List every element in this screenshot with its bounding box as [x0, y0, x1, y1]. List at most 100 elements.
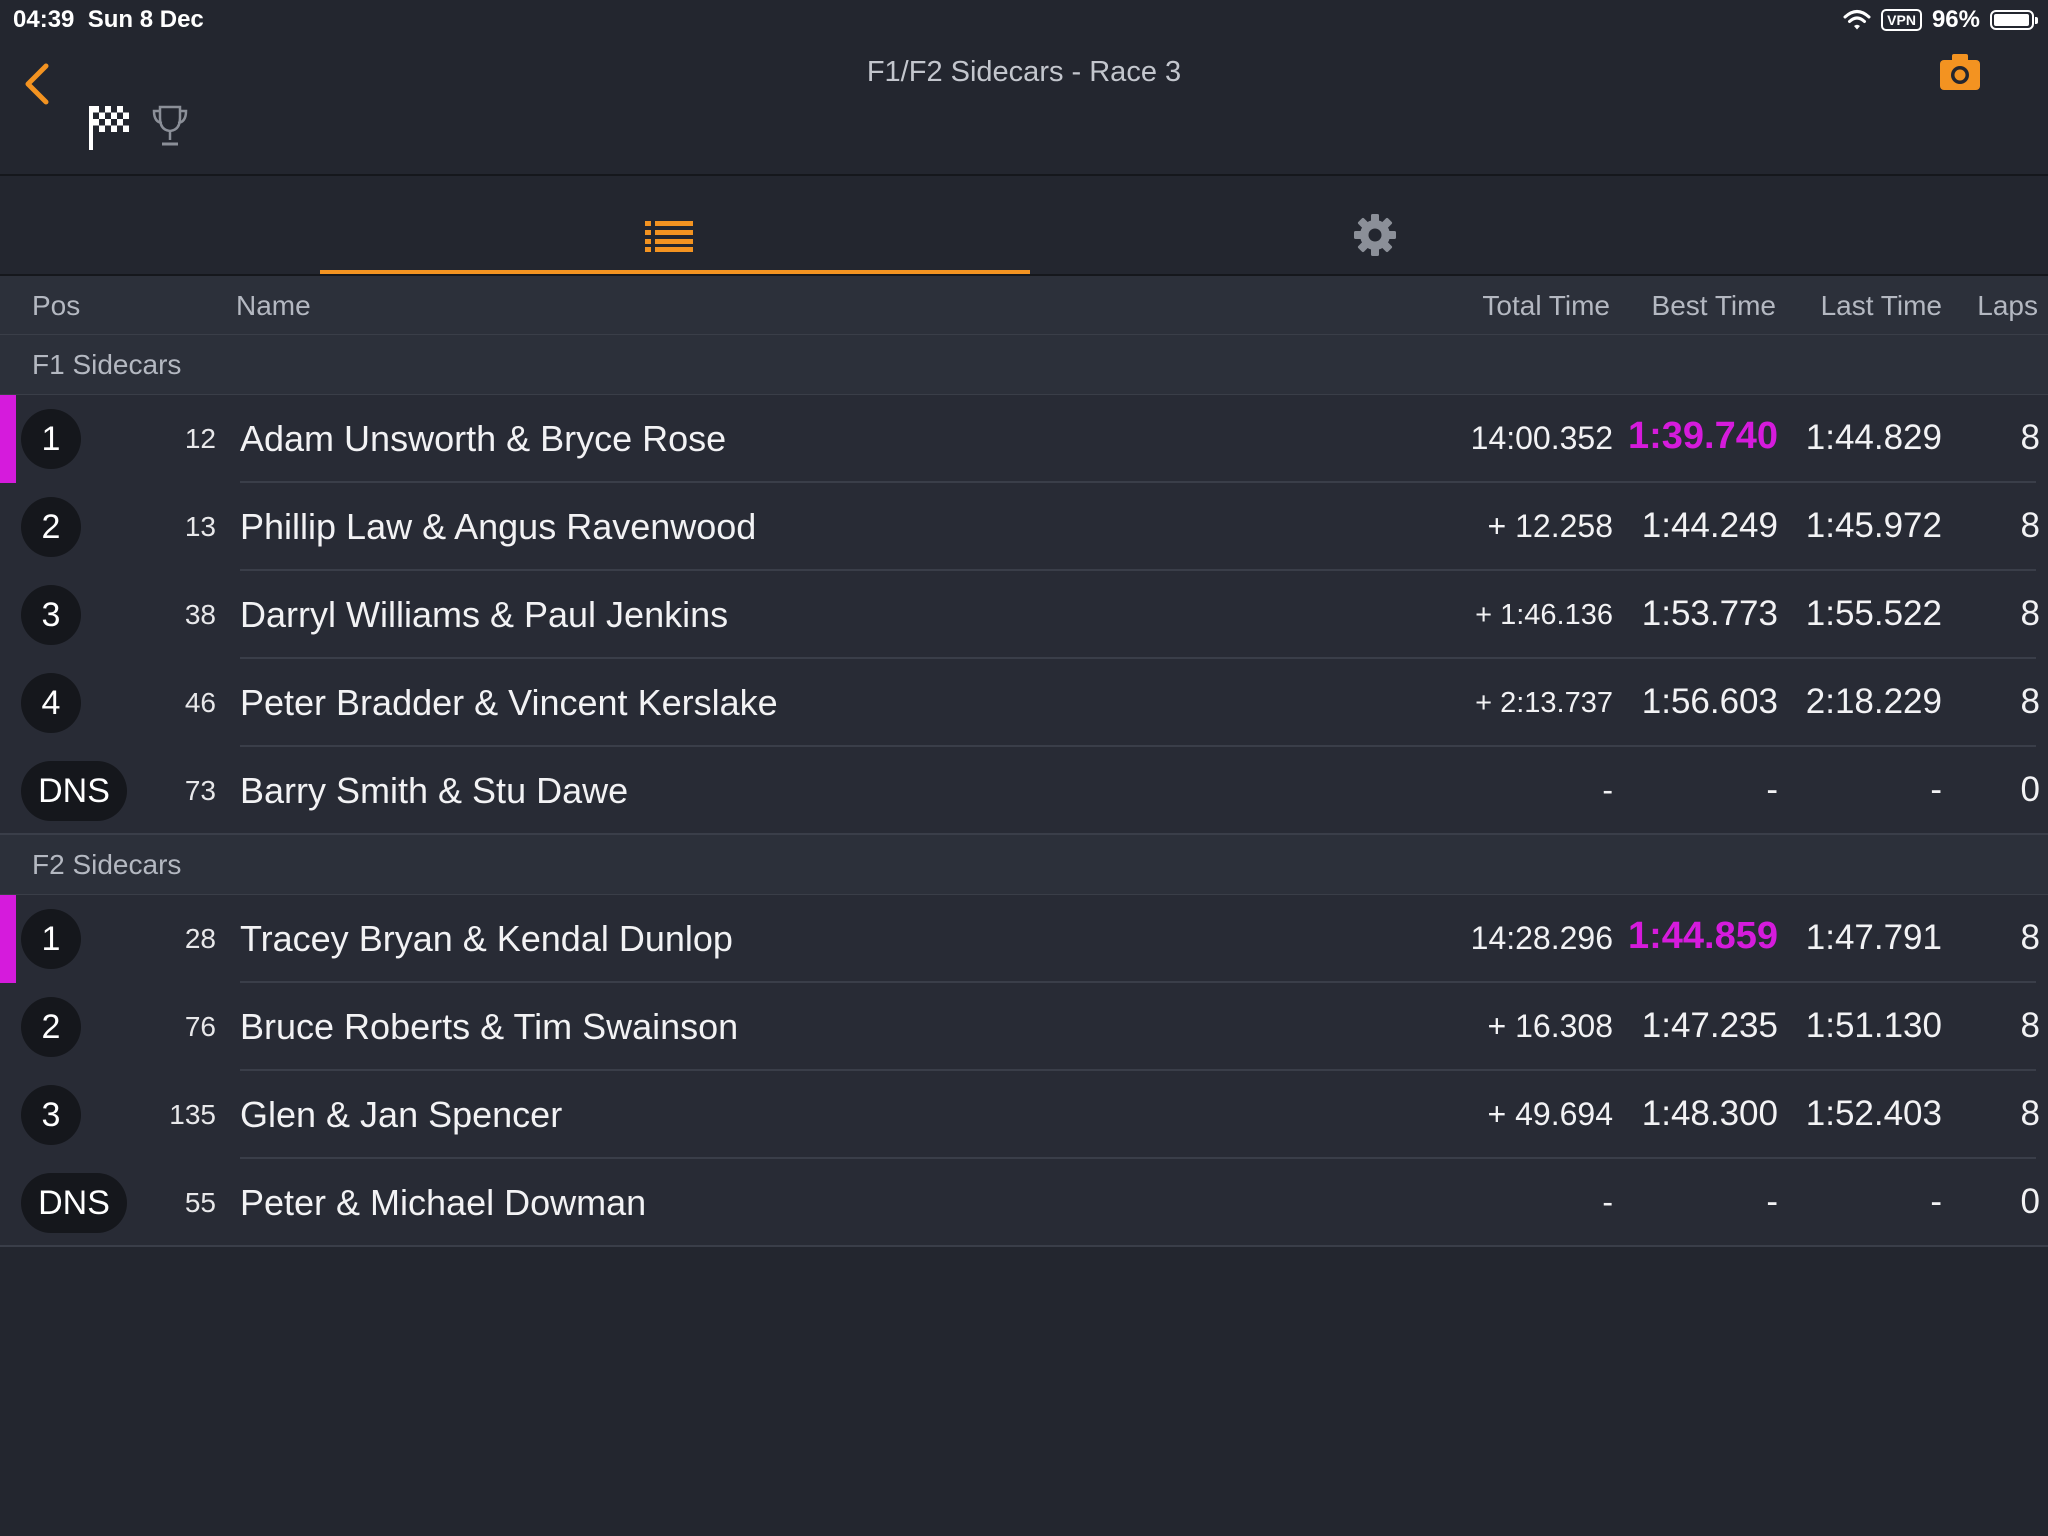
- vpn-badge: VPN: [1881, 9, 1922, 31]
- laps: 8: [2020, 418, 2040, 457]
- last-time: 2:18.229: [1805, 682, 1942, 721]
- best-time: -: [1766, 1182, 1778, 1221]
- battery-percent: 96%: [1931, 6, 1980, 33]
- fastest-lap-marker: [0, 395, 16, 483]
- last-time: 1:44.829: [1805, 418, 1942, 457]
- position-badge: DNS: [21, 761, 127, 821]
- table-row[interactable]: 1 12 Adam Unsworth & Bryce Rose 14:00.35…: [0, 395, 2048, 483]
- status-time: 04:39 Sun 8 Dec: [13, 6, 204, 33]
- best-time: 1:53.773: [1641, 594, 1778, 633]
- position-badge: 1: [21, 909, 81, 969]
- group-name: F2 Sidecars: [32, 849, 182, 880]
- tab-active-indicator: [320, 270, 1030, 274]
- laps: 8: [2020, 1006, 2040, 1045]
- col-laps[interactable]: Laps: [1977, 290, 2038, 322]
- last-time: 1:51.130: [1805, 1006, 1942, 1045]
- tab-bar: [0, 176, 2048, 276]
- total-time: + 16.308: [1487, 1008, 1613, 1044]
- total-time: 14:00.352: [1470, 420, 1613, 456]
- position-badge: 2: [21, 997, 81, 1057]
- fastest-lap-marker: [0, 895, 16, 983]
- table-row[interactable]: 2 13 Phillip Law & Angus Ravenwood + 12.…: [0, 483, 2048, 571]
- rider-names: Bruce Roberts & Tim Swainson: [240, 1006, 739, 1047]
- laps: 0: [2020, 770, 2040, 809]
- total-time: + 12.258: [1487, 508, 1613, 544]
- total-time: + 2:13.737: [1475, 687, 1613, 719]
- group-name: F1 Sidecars: [32, 349, 182, 380]
- rider-names: Peter & Michael Dowman: [240, 1182, 647, 1223]
- last-time: 1:55.522: [1805, 594, 1942, 633]
- status-bar: 04:39 Sun 8 Dec VPN 96%: [0, 0, 2048, 40]
- table-row[interactable]: 3 135 Glen & Jan Spencer + 49.694 1:48.3…: [0, 1071, 2048, 1159]
- rider-names: Peter Bradder & Vincent Kerslake: [240, 682, 778, 723]
- col-best-time[interactable]: Best Time: [1652, 290, 1776, 322]
- wifi-icon: [1843, 10, 1871, 30]
- col-total-time[interactable]: Total Time: [1482, 290, 1610, 322]
- rider-names: Glen & Jan Spencer: [240, 1094, 563, 1135]
- race-number: 55: [184, 1187, 216, 1218]
- race-number: 12: [184, 423, 216, 454]
- table-row[interactable]: 2 76 Bruce Roberts & Tim Swainson + 16.3…: [0, 983, 2048, 1071]
- table-row[interactable]: DNS 55 Peter & Michael Dowman - - - 0: [0, 1159, 2048, 1247]
- checkered-flag-icon[interactable]: [88, 102, 130, 152]
- laps: 8: [2020, 594, 2040, 633]
- group-header: F1 Sidecars: [0, 335, 2048, 395]
- rider-names: Tracey Bryan & Kendal Dunlop: [240, 918, 733, 959]
- laps: 8: [2020, 918, 2040, 957]
- camera-icon: [1940, 54, 1980, 90]
- race-number: 135: [169, 1099, 216, 1130]
- group-header: F2 Sidecars: [0, 835, 2048, 895]
- race-number: 38: [184, 599, 216, 630]
- best-time: 1:44.859: [1627, 915, 1778, 957]
- tab-settings[interactable]: [1050, 176, 1700, 274]
- race-number: 76: [184, 1011, 216, 1042]
- position-badge: 4: [21, 673, 81, 733]
- last-time: 1:52.403: [1805, 1094, 1942, 1133]
- total-time: 14:28.296: [1470, 920, 1613, 956]
- col-pos[interactable]: Pos: [32, 290, 80, 322]
- total-time: + 1:46.136: [1475, 599, 1613, 631]
- battery-icon: [1990, 10, 2038, 30]
- race-number: 13: [184, 511, 216, 542]
- laps: 8: [2020, 682, 2040, 721]
- page-title: F1/F2 Sidecars - Race 3: [866, 56, 1182, 88]
- tab-results-list[interactable]: [320, 176, 1030, 274]
- position-badge: DNS: [21, 1173, 127, 1233]
- race-number: 73: [184, 775, 216, 806]
- position-badge: 1: [21, 409, 81, 469]
- status-indicators: VPN 96%: [1843, 6, 2038, 34]
- column-headers: Pos Name Total Time Best Time Last Time …: [0, 276, 2048, 335]
- race-number: 46: [184, 687, 216, 718]
- best-time: 1:47.235: [1641, 1006, 1778, 1045]
- race-header: F1/F2 Sidecars - Race 3: [0, 40, 2048, 176]
- last-time: 1:47.791: [1805, 918, 1942, 957]
- rider-names: Adam Unsworth & Bryce Rose: [240, 418, 727, 459]
- total-time: -: [1602, 1184, 1613, 1220]
- col-name[interactable]: Name: [236, 290, 311, 322]
- laps: 8: [2020, 1094, 2040, 1133]
- table-row[interactable]: 3 38 Darryl Williams & Paul Jenkins + 1:…: [0, 571, 2048, 659]
- col-last-time[interactable]: Last Time: [1821, 290, 1942, 322]
- race-number: 28: [184, 923, 216, 954]
- last-time: -: [1930, 1182, 1942, 1221]
- camera-button[interactable]: [1938, 50, 1982, 94]
- best-time: 1:39.740: [1627, 415, 1778, 457]
- total-time: + 49.694: [1487, 1096, 1613, 1132]
- rider-names: Barry Smith & Stu Dawe: [240, 770, 629, 811]
- last-time: 1:45.972: [1805, 506, 1942, 545]
- best-time: 1:48.300: [1641, 1094, 1778, 1133]
- table-row[interactable]: 4 46 Peter Bradder & Vincent Kerslake + …: [0, 659, 2048, 747]
- total-time: -: [1602, 772, 1613, 808]
- row-divider: [0, 1245, 2048, 1247]
- rider-names: Phillip Law & Angus Ravenwood: [240, 506, 757, 547]
- gear-icon: [1354, 214, 1396, 256]
- table-row[interactable]: DNS 73 Barry Smith & Stu Dawe - - - 0: [0, 747, 2048, 835]
- best-time: -: [1766, 770, 1778, 809]
- laps: 8: [2020, 506, 2040, 545]
- list-icon: [645, 221, 693, 252]
- trophy-icon[interactable]: [150, 104, 190, 148]
- rider-names: Darryl Williams & Paul Jenkins: [240, 594, 729, 635]
- table-row[interactable]: 1 28 Tracey Bryan & Kendal Dunlop 14:28.…: [0, 895, 2048, 983]
- best-time: 1:44.249: [1641, 506, 1778, 545]
- position-badge: 2: [21, 497, 81, 557]
